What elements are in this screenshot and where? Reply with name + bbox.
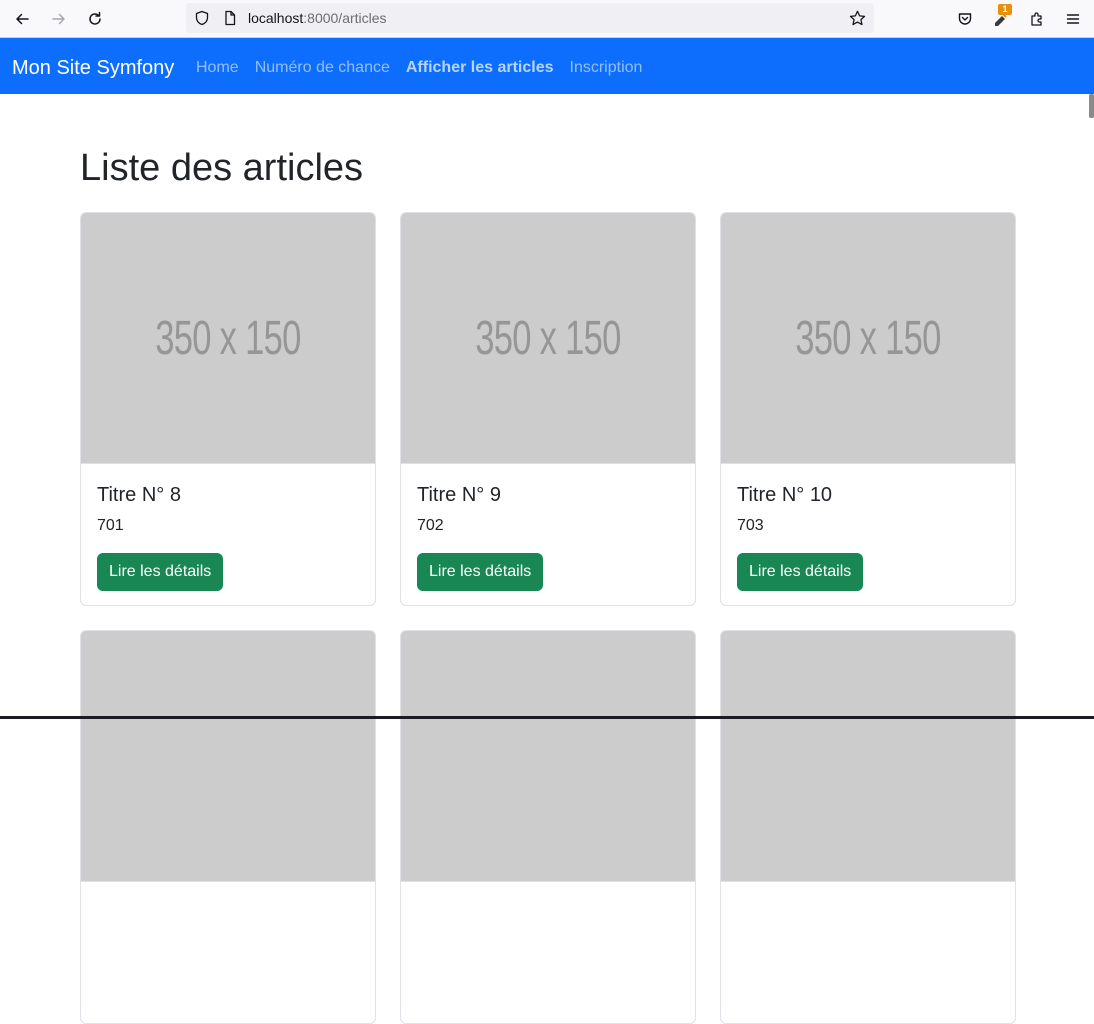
url-bar[interactable]: localhost:8000/articles [186,3,874,33]
placeholder-text: 350 x 150 [155,311,301,365]
back-button[interactable] [9,6,35,32]
article-text: 701 [97,517,124,534]
read-details-button[interactable]: Lire les détails [737,553,864,591]
article-title: Titre N° 9 [417,484,501,506]
page-scrollbar[interactable] [1089,94,1094,118]
pocket-button[interactable] [952,6,978,32]
url-host: localhost [248,10,304,26]
extension-badge: 1 [998,4,1012,15]
site-navbar: Mon Site Symfony Home Numéro de chance A… [0,38,1094,94]
pocket-icon [958,13,972,25]
article-image-placeholder [81,631,375,882]
nav-links: Home Numéro de chance Afficher les artic… [188,58,650,78]
article-card: 350 x 150 Titre N° 8 701 Lire les détail… [80,212,376,606]
reload-button[interactable] [82,6,108,32]
article-image-placeholder [401,631,695,882]
card-body: Titre N° 10 703 Lire les détails [721,464,1015,591]
card-body: Titre N° 9 702 Lire les détails [401,464,695,591]
article-card-partial [400,630,696,1024]
nav-link-register[interactable]: Inscription [562,58,651,78]
url-text[interactable]: localhost:8000/articles [248,10,387,26]
article-image-placeholder: 350 x 150 [401,213,695,464]
article-text: 703 [737,517,764,534]
page-title: Liste des articles [80,147,364,189]
nav-link-articles[interactable]: Afficher les articles [398,58,562,78]
shield-icon[interactable] [194,10,210,26]
article-card: 350 x 150 Titre N° 9 702 Lire les détail… [400,212,696,606]
back-arrow-icon [16,13,29,25]
read-details-button[interactable]: Lire les détails [97,553,224,591]
menu-button[interactable] [1060,6,1086,32]
article-text: 702 [417,517,444,534]
bookmark-star-icon[interactable] [849,10,866,27]
hamburger-menu-icon [1066,14,1080,24]
article-image-placeholder [721,631,1015,882]
article-image-placeholder: 350 x 150 [721,213,1015,464]
read-details-button[interactable]: Lire les détails [417,553,544,591]
card-body: Titre N° 8 701 Lire les détails [81,464,375,591]
nav-link-home[interactable]: Home [188,58,247,78]
article-title: Titre N° 10 [737,484,833,506]
placeholder-text: 350 x 150 [475,311,621,365]
browser-toolbar: localhost:8000/articles 1 [0,0,1094,38]
nav-link-lucky-number[interactable]: Numéro de chance [247,58,398,78]
article-card-partial [720,630,1016,1024]
article-card-partial [80,630,376,1024]
article-grid: 350 x 150 Titre N° 8 701 Lire les détail… [80,212,1016,1024]
page-icon[interactable] [222,10,238,26]
placeholder-text: 350 x 150 [795,311,941,365]
url-path: :8000/articles [303,10,387,26]
article-image-placeholder: 350 x 150 [81,213,375,464]
forward-arrow-icon [52,13,65,25]
article-card: 350 x 150 Titre N° 10 703 Lire les détai… [720,212,1016,606]
forward-button[interactable] [46,6,72,32]
navbar-brand[interactable]: Mon Site Symfony [12,56,174,80]
extensions-button[interactable] [1024,6,1050,32]
reload-icon [89,11,101,25]
article-title: Titre N° 8 [97,484,181,506]
puzzle-icon [1031,12,1042,26]
